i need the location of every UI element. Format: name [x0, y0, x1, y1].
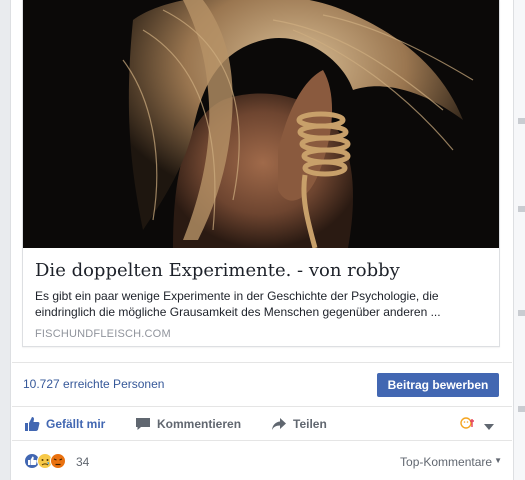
caret-down-icon: ▼: [494, 456, 502, 465]
post-card: Die doppelten Experimente. - von robby E…: [10, 0, 514, 480]
comment-sort-label: Top-Kommentare: [400, 455, 493, 469]
post-action-bar: Gefällt mir Kommentieren Teilen: [12, 409, 512, 439]
right-column-edge: [514, 0, 525, 480]
emoji-face-icon: [460, 416, 478, 435]
divider: [12, 362, 512, 363]
share-arrow-icon: [271, 416, 287, 432]
divider: [12, 406, 512, 407]
link-preview-image[interactable]: [23, 0, 499, 248]
reaction-count[interactable]: 34: [76, 455, 89, 469]
comment-label: Kommentieren: [157, 417, 242, 431]
angry-reaction-icon: [50, 453, 66, 469]
boost-post-button[interactable]: Beitrag bewerben: [377, 373, 499, 397]
edge-marker: [518, 310, 525, 316]
chevron-down-icon: [484, 417, 494, 435]
audience-selector[interactable]: [460, 416, 494, 435]
comment-sort-dropdown[interactable]: Top-Kommentare ▼: [400, 455, 502, 469]
link-domain: FISCHUNDFLEISCH.COM: [35, 328, 171, 340]
reactions-bar: 34 Top-Kommentare ▼: [12, 441, 512, 480]
share-button[interactable]: Teilen: [271, 409, 327, 439]
thumbs-up-icon: [24, 416, 40, 432]
comment-button[interactable]: Kommentieren: [135, 409, 241, 439]
edge-marker: [518, 206, 525, 212]
edge-marker: [518, 406, 525, 412]
share-label: Teilen: [293, 417, 327, 431]
comment-bubble-icon: [135, 416, 151, 432]
reach-stats-link[interactable]: 10.727 erreichte Personen: [23, 377, 164, 391]
link-description: Es gibt ein paar wenige Experimente in d…: [35, 289, 441, 319]
link-title[interactable]: Die doppelten Experimente. - von robby: [35, 260, 487, 282]
like-button[interactable]: Gefällt mir: [24, 409, 105, 439]
photo-illustration: [23, 0, 499, 248]
link-preview[interactable]: Die doppelten Experimente. - von robby E…: [22, 0, 500, 347]
edge-marker: [518, 118, 525, 124]
like-label: Gefällt mir: [46, 417, 106, 431]
reaction-icons[interactable]: [24, 453, 68, 469]
